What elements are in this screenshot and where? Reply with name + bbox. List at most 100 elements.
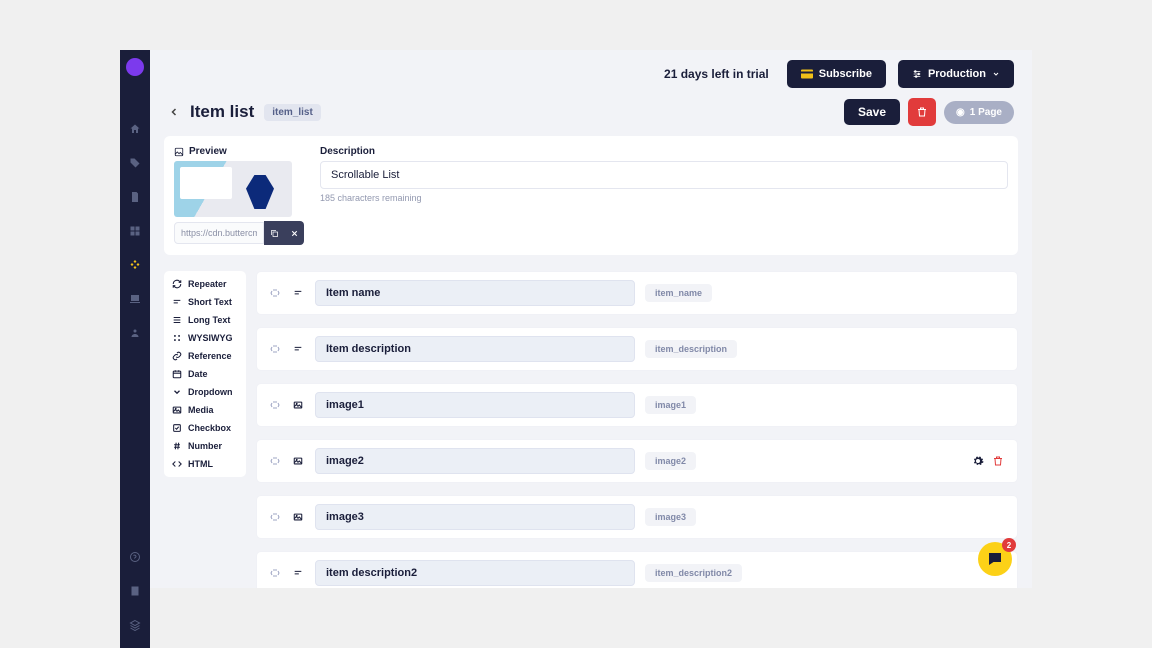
- pages-count-label: 1 Page: [970, 107, 1002, 118]
- drag-handle-icon[interactable]: [269, 399, 281, 411]
- meta-card: Preview Description 185 characters remai…: [164, 136, 1018, 255]
- calendar-icon: [172, 369, 182, 379]
- left-nav-rail: [120, 50, 150, 648]
- drag-handle-icon[interactable]: [269, 343, 281, 355]
- palette-reference[interactable]: Reference: [164, 347, 246, 365]
- image-icon: [291, 400, 305, 410]
- link-icon: [172, 351, 182, 361]
- check-icon: [172, 423, 182, 433]
- drag-handle-icon[interactable]: [269, 567, 281, 579]
- environment-selector[interactable]: Production: [898, 60, 1014, 88]
- field-label-input[interactable]: [315, 336, 635, 362]
- image-icon: [291, 456, 305, 466]
- description-char-count: 185 characters remaining: [320, 193, 1008, 203]
- short-text-icon: [172, 297, 182, 307]
- short-text-icon: [291, 288, 305, 298]
- chat-widget[interactable]: 2: [978, 542, 1012, 576]
- api-slug-pill: image3: [645, 508, 696, 526]
- delete-button[interactable]: [908, 98, 936, 126]
- nav-layers-icon[interactable]: [128, 618, 142, 632]
- palette-number[interactable]: Number: [164, 437, 246, 455]
- drag-handle-icon[interactable]: [269, 287, 281, 299]
- api-slug-pill: item_description: [645, 340, 737, 358]
- main-canvas: 21 days left in trial Subscribe Producti…: [150, 50, 1032, 588]
- long-text-icon: [172, 315, 182, 325]
- chevron-down-icon: [172, 387, 182, 397]
- field-row-image2[interactable]: image2: [256, 439, 1018, 483]
- palette-wysiwyg[interactable]: WYSIWYG: [164, 329, 246, 347]
- api-slug-pill: item_description2: [645, 564, 742, 582]
- nav-tag-icon[interactable]: [128, 156, 142, 170]
- field-label-input[interactable]: [315, 392, 635, 418]
- pages-counter[interactable]: ◉ 1 Page: [944, 101, 1014, 124]
- field-label-input[interactable]: [315, 280, 635, 306]
- chat-icon: [986, 550, 1004, 568]
- avatar[interactable]: [126, 58, 144, 76]
- sliders-icon: [912, 69, 922, 79]
- slug-pill: item_list: [264, 104, 321, 121]
- nav-media-icon[interactable]: [128, 292, 142, 306]
- api-slug-pill: item_name: [645, 284, 712, 302]
- api-slug-pill: image1: [645, 396, 696, 414]
- credit-card-icon: [801, 69, 813, 79]
- code-icon: [172, 459, 182, 469]
- nav-docs-icon[interactable]: [128, 584, 142, 598]
- nav-users-icon[interactable]: [128, 326, 142, 340]
- image-icon: [174, 147, 184, 157]
- nav-home-icon[interactable]: [128, 122, 142, 136]
- description-input[interactable]: [320, 161, 1008, 189]
- chevron-down-icon: [992, 70, 1000, 78]
- clear-url-button[interactable]: [284, 221, 304, 245]
- nav-grid-icon[interactable]: [128, 224, 142, 238]
- api-slug-pill: image2: [645, 452, 696, 470]
- field-row-image1[interactable]: image1: [256, 383, 1018, 427]
- cdn-url-input[interactable]: [174, 222, 264, 244]
- nav-page-icon[interactable]: [128, 190, 142, 204]
- palette-repeater[interactable]: Repeater: [164, 275, 246, 293]
- env-label: Production: [928, 68, 986, 80]
- field-palette: RepeaterShort TextLong TextWYSIWYGRefere…: [164, 271, 246, 477]
- refresh-icon: [172, 279, 182, 289]
- subscribe-button[interactable]: Subscribe: [787, 60, 886, 88]
- palette-date[interactable]: Date: [164, 365, 246, 383]
- palette-html[interactable]: HTML: [164, 455, 246, 473]
- palette-long-text[interactable]: Long Text: [164, 311, 246, 329]
- preview-thumbnail[interactable]: [174, 161, 292, 217]
- hash-icon: [172, 441, 182, 451]
- field-row-item_name[interactable]: item_name: [256, 271, 1018, 315]
- wysiwyg-icon: [172, 333, 182, 343]
- top-bar: 21 days left in trial Subscribe Producti…: [150, 50, 1032, 98]
- image-icon: [172, 405, 182, 415]
- back-button[interactable]: [168, 106, 180, 118]
- subscribe-label: Subscribe: [819, 68, 872, 80]
- drag-handle-icon[interactable]: [269, 511, 281, 523]
- field-row-item_description2[interactable]: item_description2: [256, 551, 1018, 588]
- page-header: Item list item_list Save ◉ 1 Page: [150, 98, 1032, 136]
- fields-body: RepeaterShort TextLong TextWYSIWYGRefere…: [150, 271, 1032, 588]
- drag-handle-icon[interactable]: [269, 455, 281, 467]
- preview-section-label: Preview: [174, 146, 304, 157]
- short-text-icon: [291, 568, 305, 578]
- field-label-input[interactable]: [315, 560, 635, 586]
- trial-remaining: 21 days left in trial: [664, 67, 769, 81]
- save-button[interactable]: Save: [844, 99, 900, 125]
- nav-components-icon[interactable]: [128, 258, 142, 272]
- gear-icon[interactable]: [971, 454, 985, 468]
- palette-media[interactable]: Media: [164, 401, 246, 419]
- page-title: Item list: [190, 102, 254, 122]
- trash-icon[interactable]: [991, 454, 1005, 468]
- field-label-input[interactable]: [315, 448, 635, 474]
- nav-help-icon[interactable]: [128, 550, 142, 564]
- palette-dropdown[interactable]: Dropdown: [164, 383, 246, 401]
- copy-url-button[interactable]: [264, 221, 284, 245]
- palette-checkbox[interactable]: Checkbox: [164, 419, 246, 437]
- chat-notification-badge: 2: [1002, 538, 1016, 552]
- stack-icon: ◉: [956, 107, 965, 118]
- short-text-icon: [291, 344, 305, 354]
- palette-short-text[interactable]: Short Text: [164, 293, 246, 311]
- field-row-item_description[interactable]: item_description: [256, 327, 1018, 371]
- image-icon: [291, 512, 305, 522]
- field-row-image3[interactable]: image3: [256, 495, 1018, 539]
- fields-list: item_name item_description image1 image2 ima…: [256, 271, 1018, 588]
- field-label-input[interactable]: [315, 504, 635, 530]
